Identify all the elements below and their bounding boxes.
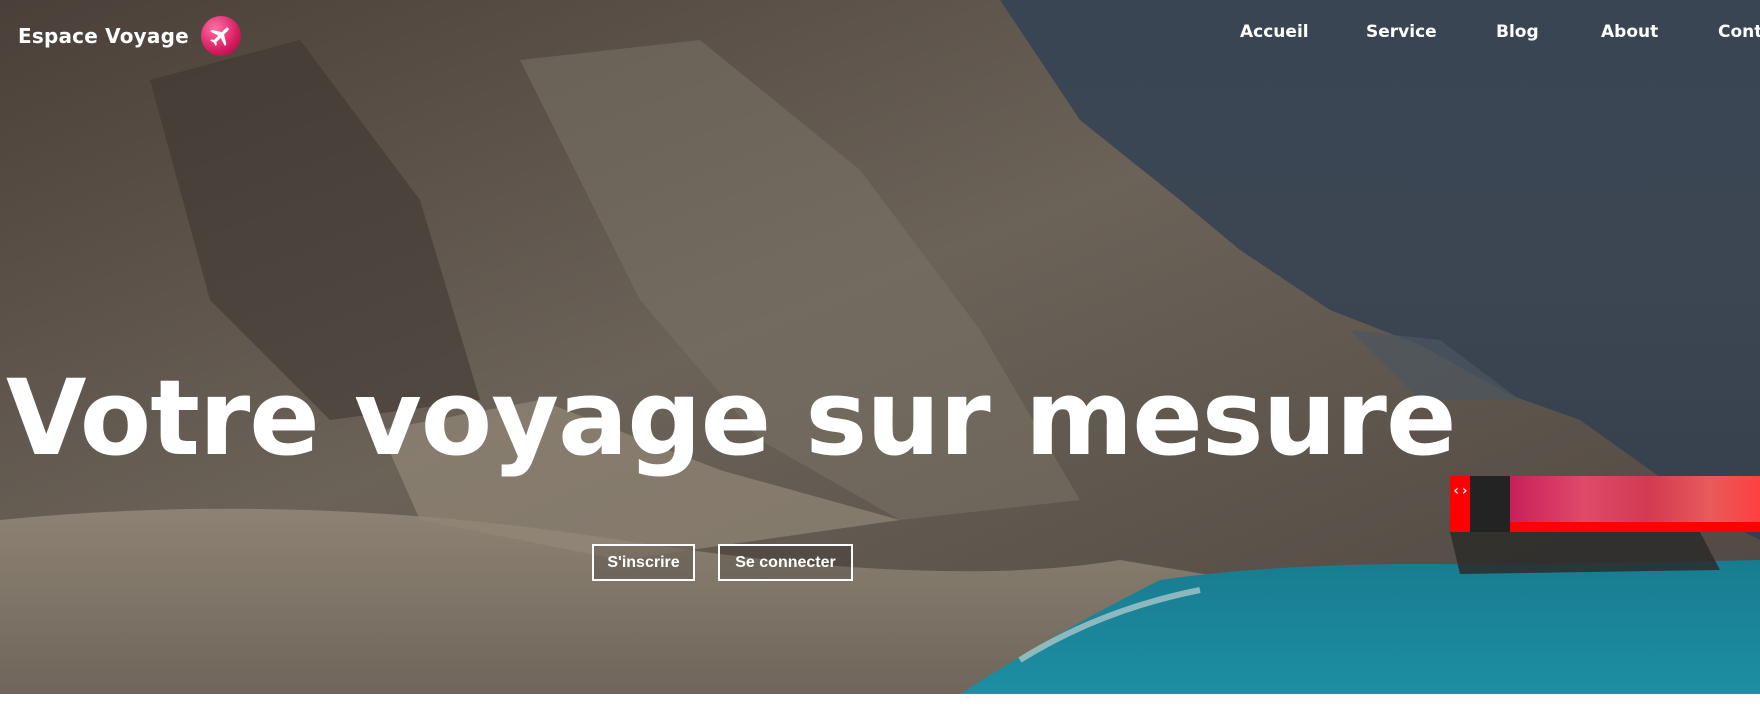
media-strip-widget[interactable]: ‹› bbox=[1450, 476, 1760, 532]
hero-background-image bbox=[0, 0, 1760, 694]
nav-link-blog[interactable]: Blog bbox=[1496, 22, 1539, 42]
nav-link-accueil[interactable]: Accueil bbox=[1240, 22, 1309, 42]
hero-headline: Votre voyage sur mesure bbox=[6, 357, 1457, 479]
signup-button[interactable]: S'inscrire bbox=[592, 544, 695, 581]
code-icon[interactable]: ‹› bbox=[1452, 483, 1469, 499]
nav-link-about[interactable]: About bbox=[1601, 22, 1658, 42]
nav-link-contact[interactable]: Cont bbox=[1718, 22, 1760, 42]
login-button[interactable]: Se connecter bbox=[718, 544, 853, 581]
widget-dark-block bbox=[1470, 476, 1510, 532]
widget-red-bar bbox=[1510, 522, 1760, 532]
nav-link-service[interactable]: Service bbox=[1366, 22, 1437, 42]
widget-thumbnail-image[interactable] bbox=[1510, 476, 1760, 522]
main-nav: Accueil Service Blog About Cont bbox=[0, 22, 1760, 50]
hero-section: Espace Voyage Accueil Service Blog About… bbox=[0, 0, 1760, 694]
